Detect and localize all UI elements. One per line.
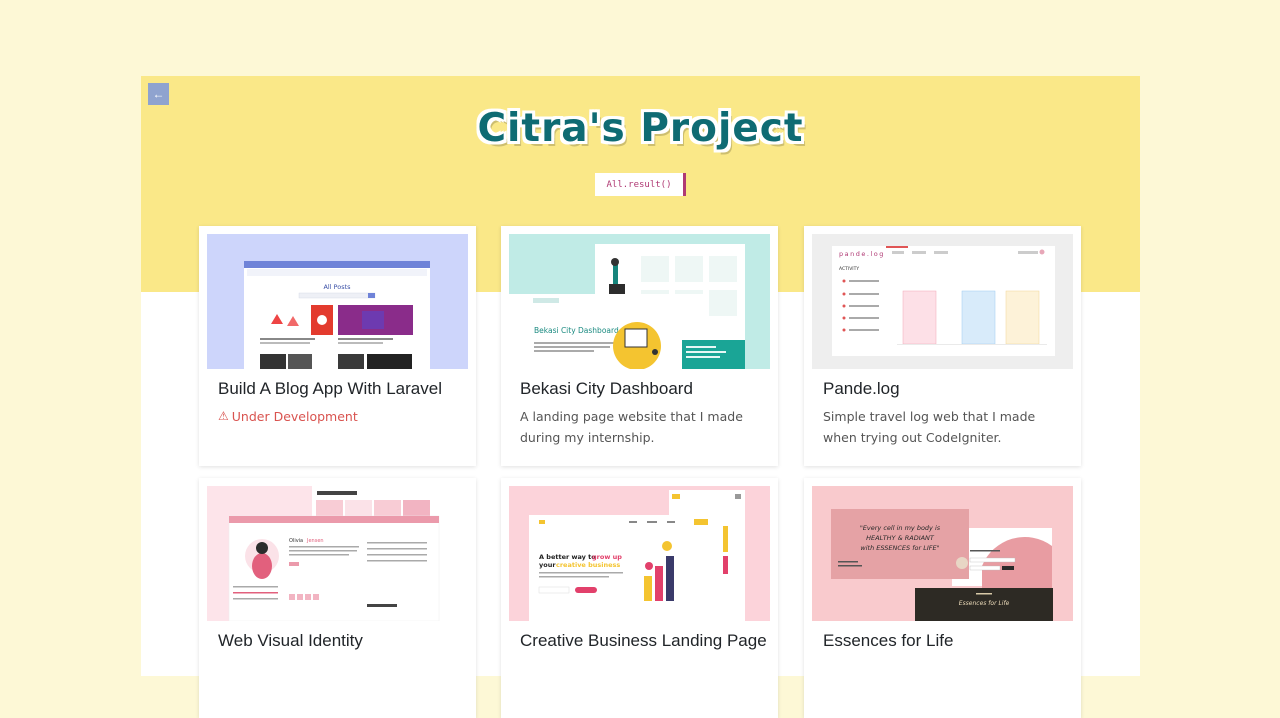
project-card-bekasi[interactable]: Bekasi City Dashboard Bekasi City Dashbo…	[501, 226, 778, 466]
project-title: Web Visual Identity	[218, 631, 363, 650]
thumb-footer-text: Essences for Life	[959, 600, 1010, 607]
project-thumbnail: Olivia Jensen	[207, 486, 468, 621]
projects-panel: ← Citra's Project All.result() All Posts	[141, 76, 1140, 718]
project-title: Pande.log	[823, 379, 900, 398]
project-title: Creative Business Landing Page	[520, 631, 767, 650]
project-thumbnail: "Every cell in my body is HEALTHY & RADI…	[812, 486, 1073, 621]
project-title: Build A Blog App With Laravel	[218, 379, 442, 398]
thumb-heading-accent: Jensen	[306, 538, 324, 544]
warning-icon: ⚠	[218, 409, 229, 423]
thumb-heading: Bekasi City Dashboard	[534, 326, 619, 335]
project-title: Bekasi City Dashboard	[520, 379, 693, 398]
project-card-visual-identity[interactable]: Olivia Jensen Web Visual Identity	[199, 478, 476, 718]
project-thumbnail: A better way to grow up your creative bu…	[509, 486, 770, 621]
project-thumbnail: All Posts	[207, 234, 468, 369]
status-badge: ⚠ Under Development	[218, 406, 463, 427]
thumb-subheading: your	[539, 561, 556, 569]
project-card-pandelog[interactable]: pande.log ACTIVITY Pande.log Simple trav…	[804, 226, 1081, 466]
arrow-left-icon: ←	[152, 87, 165, 101]
filter-all-button[interactable]: All.result()	[595, 173, 686, 196]
project-card-essences[interactable]: "Every cell in my body is HEALTHY & RADI…	[804, 478, 1081, 718]
thumb-quote-line3: with ESSENCES for LIFE"	[860, 544, 939, 552]
thumb-label: ACTIVITY	[839, 266, 859, 272]
thumb-quote-line1: "Every cell in my body is	[860, 524, 941, 532]
project-card-blog[interactable]: All Posts Build A Blog App With Laravel …	[199, 226, 476, 466]
project-description: A landing page website that I made durin…	[520, 409, 743, 445]
thumb-heading: All Posts	[323, 283, 351, 291]
thumb-heading: Olivia	[289, 538, 303, 544]
thumb-subheading-accent: creative business	[556, 561, 620, 569]
project-card-creative-business[interactable]: A better way to grow up your creative bu…	[501, 478, 778, 718]
thumb-heading: A better way to	[539, 553, 596, 561]
back-button[interactable]: ←	[148, 83, 169, 105]
thumb-quote-line2: HEALTHY & RADIANT	[866, 534, 935, 542]
status-text: Under Development	[231, 409, 358, 424]
project-title: Essences for Life	[823, 631, 954, 650]
project-thumbnail: Bekasi City Dashboard	[509, 234, 770, 369]
thumb-logo: pande.log	[839, 250, 885, 258]
project-description: Simple travel log web that I made when t…	[823, 409, 1036, 445]
page-title: Citra's Project	[477, 106, 804, 151]
thumb-heading-accent: grow up	[592, 553, 622, 561]
project-thumbnail: pande.log ACTIVITY	[812, 234, 1073, 369]
